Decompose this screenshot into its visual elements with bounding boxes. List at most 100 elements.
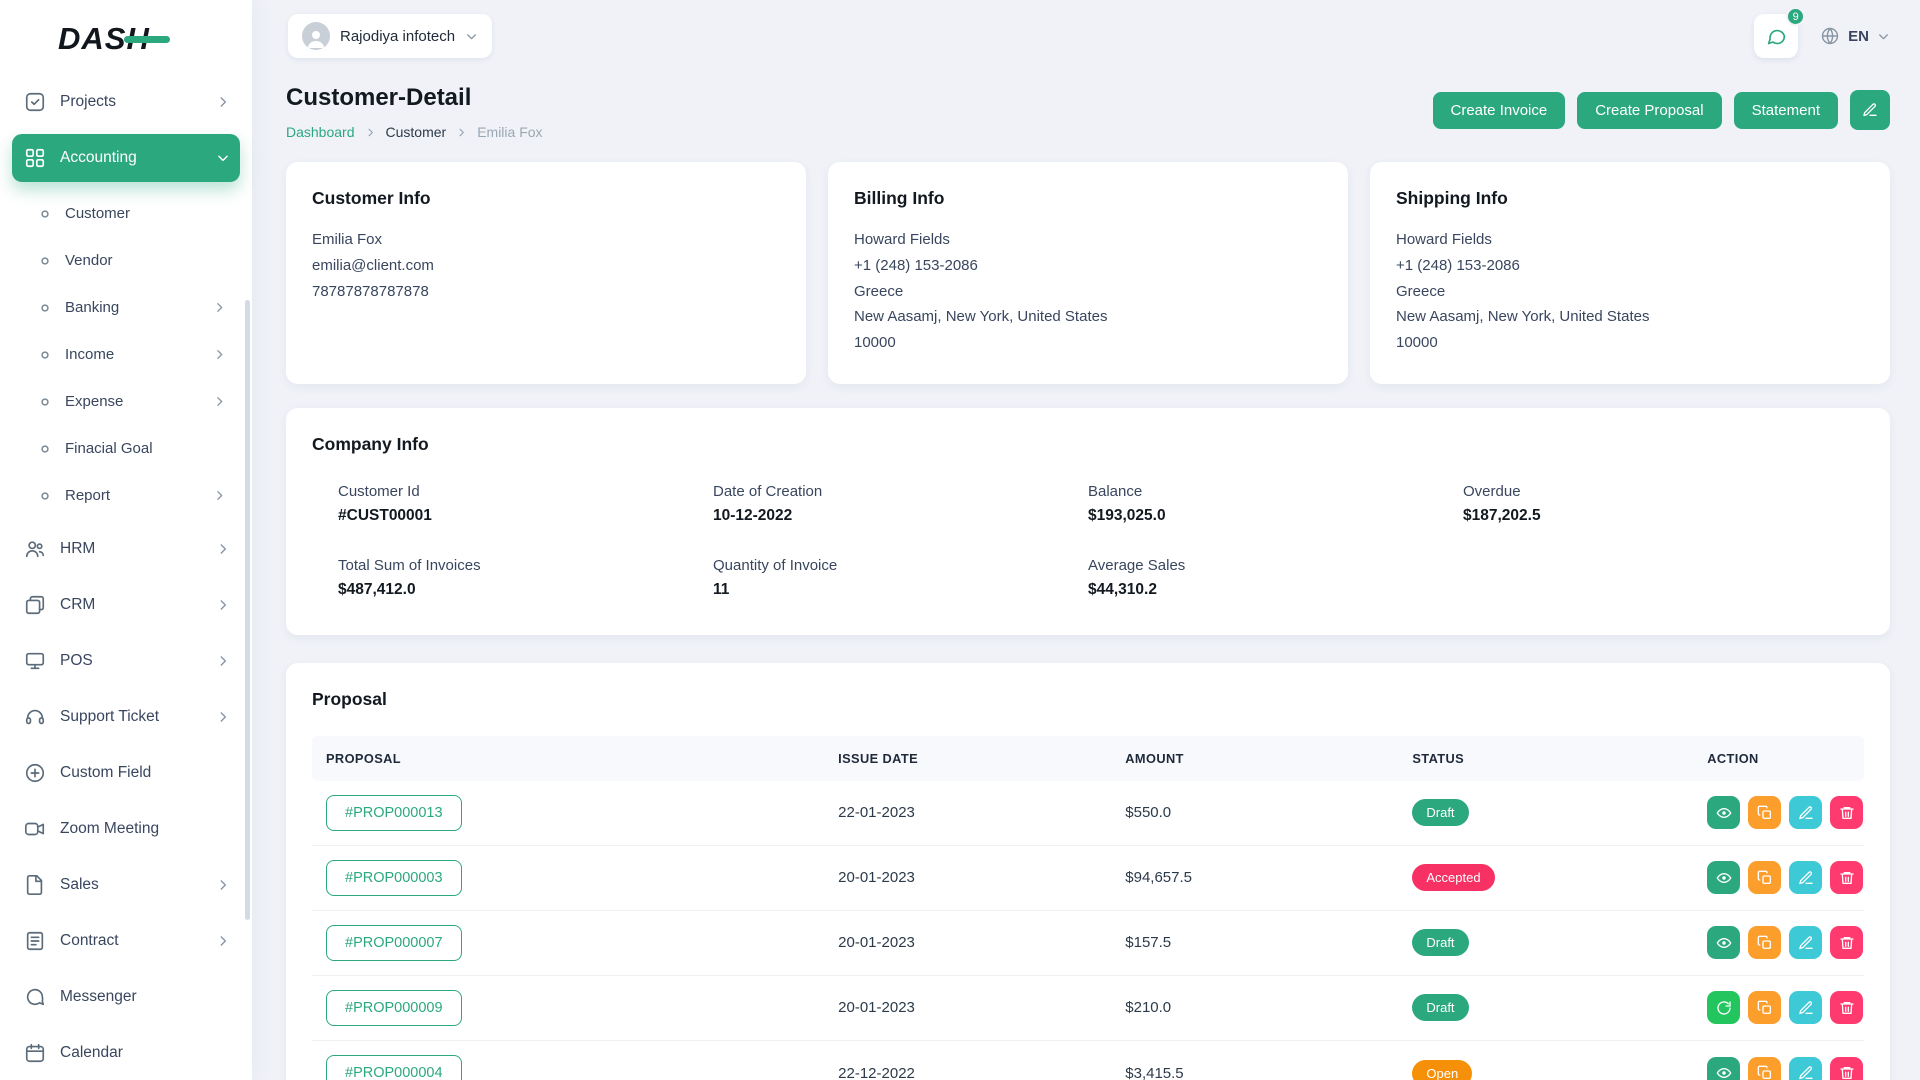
sidebar-item-sales[interactable]: Sales xyxy=(12,861,240,909)
field-total-sum-invoices: Total Sum of Invoices $487,412.0 xyxy=(338,557,713,599)
shipping-phone: +1 (248) 153-2086 xyxy=(1396,255,1864,277)
chevron-right-icon xyxy=(456,127,467,138)
create-proposal-button[interactable]: Create Proposal xyxy=(1577,92,1721,129)
view-button[interactable] xyxy=(1707,926,1740,959)
status-badge: Open xyxy=(1412,1060,1472,1080)
projects-icon xyxy=(24,91,46,113)
edit-button[interactable] xyxy=(1789,861,1822,894)
sidebar-item-hrm[interactable]: HRM xyxy=(12,525,240,573)
sidebar-item-label: Messenger xyxy=(60,988,230,1006)
sidebar-scrollbar[interactable] xyxy=(245,300,250,920)
proposal-link[interactable]: #PROP000013 xyxy=(326,795,462,831)
customer-name: Emilia Fox xyxy=(312,229,780,251)
sidebar-item-calendar[interactable]: Calendar xyxy=(12,1029,240,1077)
sidebar-item-crm[interactable]: CRM xyxy=(12,581,240,629)
delete-button[interactable] xyxy=(1830,796,1863,829)
duplicate-button[interactable] xyxy=(1748,991,1781,1024)
contract-icon xyxy=(24,930,46,952)
edit-button[interactable] xyxy=(1789,796,1822,829)
proposal-link[interactable]: #PROP000003 xyxy=(326,860,462,896)
duplicate-button[interactable] xyxy=(1748,1057,1781,1080)
table-row: #PROP000009 20-01-2023 $210.0 Draft xyxy=(312,976,1864,1041)
edit-button[interactable] xyxy=(1789,926,1822,959)
delete-button[interactable] xyxy=(1830,1057,1863,1080)
breadcrumb-dashboard[interactable]: Dashboard xyxy=(286,124,355,140)
sidebar-item-messenger[interactable]: Messenger xyxy=(12,973,240,1021)
sidebar-subitem-label: Expense xyxy=(65,393,213,410)
field-value: 10-12-2022 xyxy=(713,507,1088,525)
sidebar-subitem-report[interactable]: Report xyxy=(12,472,240,519)
amount-cell: $550.0 xyxy=(1111,794,1398,831)
amount-cell: $94,657.5 xyxy=(1111,859,1398,896)
messages-button[interactable]: 9 xyxy=(1754,14,1798,58)
shipping-name: Howard Fields xyxy=(1396,229,1864,251)
convert-button[interactable] xyxy=(1707,991,1740,1024)
field-date-of-creation: Date of Creation 10-12-2022 xyxy=(713,483,1088,525)
page-actions: Create Invoice Create Proposal Statement xyxy=(1433,90,1891,130)
sidebar-subitem-vendor[interactable]: Vendor xyxy=(12,237,240,284)
bullet-icon xyxy=(38,442,52,456)
sidebar-item-zoom-meeting[interactable]: Zoom Meeting xyxy=(12,805,240,853)
chevron-right-icon xyxy=(216,95,230,109)
statement-button[interactable]: Statement xyxy=(1734,92,1838,129)
sidebar-subitem-expense[interactable]: Expense xyxy=(12,378,240,425)
view-button[interactable] xyxy=(1707,861,1740,894)
duplicate-button[interactable] xyxy=(1748,861,1781,894)
edit-button[interactable] xyxy=(1789,1057,1822,1080)
document-icon xyxy=(24,874,46,896)
sidebar-item-label: Sales xyxy=(60,876,216,894)
sidebar-subitem-customer[interactable]: Customer xyxy=(12,190,240,237)
notification-badge: 9 xyxy=(1786,7,1805,26)
sidebar-subitem-label: Vendor xyxy=(65,252,240,269)
language-selector[interactable]: EN xyxy=(1820,26,1890,46)
issue-date-cell: 22-01-2023 xyxy=(824,794,1111,831)
field-label: Date of Creation xyxy=(713,483,1088,500)
shipping-country: Greece xyxy=(1396,281,1864,303)
amount-cell: $157.5 xyxy=(1111,924,1398,961)
sidebar-item-contract[interactable]: Contract xyxy=(12,917,240,965)
dash-logo[interactable]: DASH xyxy=(12,0,240,78)
sidebar-item-pos[interactable]: POS xyxy=(12,637,240,685)
chevron-down-icon xyxy=(216,151,230,165)
chevron-right-icon xyxy=(365,127,376,138)
bullet-icon xyxy=(38,395,52,409)
plus-circle-icon xyxy=(24,762,46,784)
duplicate-button[interactable] xyxy=(1748,796,1781,829)
edit-button[interactable] xyxy=(1789,991,1822,1024)
delete-button[interactable] xyxy=(1830,861,1863,894)
edit-customer-button[interactable] xyxy=(1850,90,1890,130)
view-button[interactable] xyxy=(1707,796,1740,829)
proposal-link[interactable]: #PROP000004 xyxy=(326,1055,462,1080)
sidebar-subitem-income[interactable]: Income xyxy=(12,331,240,378)
sidebar-item-projects[interactable]: Projects xyxy=(12,78,240,126)
pos-icon xyxy=(24,650,46,672)
message-icon xyxy=(1766,26,1787,47)
proposal-link[interactable]: #PROP000007 xyxy=(326,925,462,961)
workspace-selector[interactable]: Rajodiya infotech xyxy=(288,14,492,58)
sidebar-subitem-financial-goal[interactable]: Finacial Goal xyxy=(12,425,240,472)
sidebar-item-custom-field[interactable]: Custom Field xyxy=(12,749,240,797)
sidebar-item-support-ticket[interactable]: Support Ticket xyxy=(12,693,240,741)
card-title: Shipping Info xyxy=(1396,188,1864,209)
billing-name: Howard Fields xyxy=(854,229,1322,251)
duplicate-button[interactable] xyxy=(1748,926,1781,959)
col-issue-date: ISSUE DATE xyxy=(824,736,1111,781)
create-invoice-button[interactable]: Create Invoice xyxy=(1433,92,1566,129)
amount-cell: $210.0 xyxy=(1111,989,1398,1026)
row-actions xyxy=(1693,916,1864,969)
field-value: $487,412.0 xyxy=(338,581,713,599)
sidebar-item-label: Custom Field xyxy=(60,764,230,782)
field-value: #CUST00001 xyxy=(338,507,713,525)
sidebar-subitem-label: Customer xyxy=(65,205,240,222)
sidebar-item-accounting[interactable]: Accounting xyxy=(12,134,240,182)
view-button[interactable] xyxy=(1707,1057,1740,1080)
table-row: #PROP000007 20-01-2023 $157.5 Draft xyxy=(312,911,1864,976)
sidebar-subitem-banking[interactable]: Banking xyxy=(12,284,240,331)
delete-button[interactable] xyxy=(1830,991,1863,1024)
sidebar: DASH Projects Accounting Customer Vendor xyxy=(0,0,252,1080)
card-title: Proposal xyxy=(312,689,1864,710)
breadcrumb-customer[interactable]: Customer xyxy=(386,124,447,140)
delete-button[interactable] xyxy=(1830,926,1863,959)
proposal-link[interactable]: #PROP000009 xyxy=(326,990,462,1026)
chevron-right-icon xyxy=(216,934,230,948)
